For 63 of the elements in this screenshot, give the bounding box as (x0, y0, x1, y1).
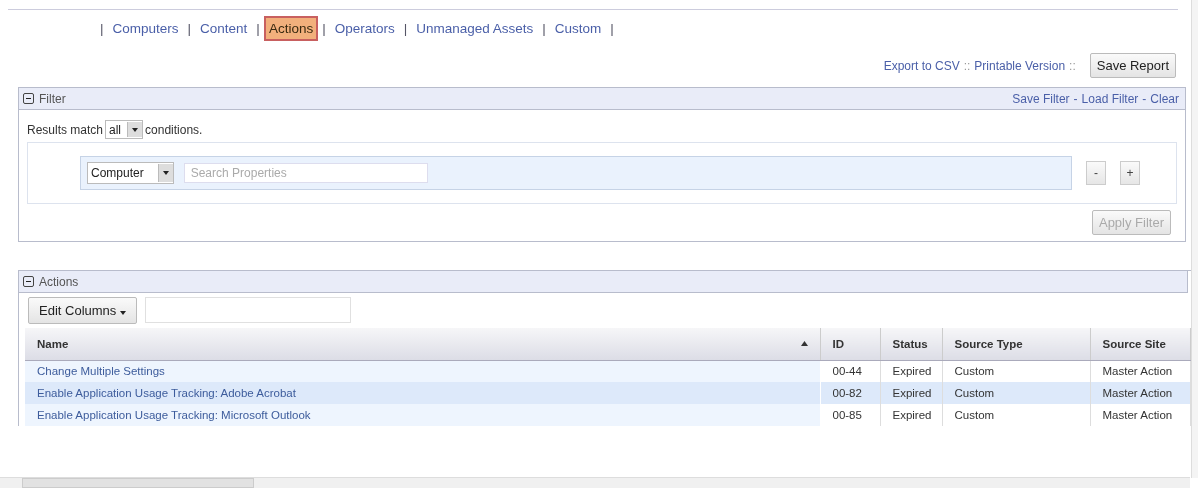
separator: | (542, 21, 546, 36)
caret-icon (162, 171, 169, 175)
separator: :: (963, 58, 971, 73)
match-label: Results match (27, 122, 104, 137)
caret-icon (132, 127, 139, 132)
save-report-button[interactable]: Save Report (1089, 53, 1176, 78)
nav-tab[interactable]: Custom (549, 16, 607, 41)
table-cell: Custom (942, 382, 1090, 404)
horizontal-scrollbar[interactable] (0, 477, 1190, 488)
collapse-icon[interactable] (23, 276, 34, 287)
table-cell: Master Action (1090, 382, 1190, 404)
separator: | (187, 21, 192, 36)
sort-ascending-icon (800, 341, 808, 347)
column-filter-field[interactable] (144, 297, 351, 323)
match-select[interactable]: all (105, 120, 144, 139)
edit-columns-button[interactable]: Edit Columns (28, 297, 137, 324)
report-link[interactable]: Export to CSV (883, 58, 960, 73)
table-cell: Expired (880, 404, 942, 426)
separator: - (1142, 91, 1147, 106)
column-header[interactable]: Status (880, 328, 942, 360)
panel-title: Actions (39, 274, 80, 289)
vertical-scrollbar[interactable] (1191, 0, 1198, 478)
add-button[interactable]: + (1120, 161, 1140, 185)
table-cell: Enable Application Usage Tracking: Adobe Acrobat (25, 382, 820, 404)
separator: | (322, 21, 326, 36)
match-label: conditions. (145, 122, 203, 137)
table-cell: Custom (942, 404, 1090, 426)
column-header[interactable]: Source Type (942, 328, 1090, 360)
table-cell: Enable Application Usage Tracking: Microsoft Outlook (25, 404, 820, 426)
table-cell: Custom (942, 360, 1090, 382)
nav-tab[interactable]: Unmanaged Assets (411, 16, 539, 41)
table-row[interactable]: Change Multiple Settings 00-44 Expired Custom Master Action (25, 360, 1190, 382)
filter-link[interactable]: Clear (1150, 91, 1179, 106)
panel-title: Filter (39, 91, 67, 106)
table-row[interactable]: Enable Application Usage Tracking: Adobe Acrobat 00-82 Expired Custom Master Action (25, 382, 1190, 404)
separator: | (403, 21, 408, 36)
separator: | (256, 21, 260, 36)
table-cell: Change Multiple Settings (25, 360, 820, 382)
nav-tab[interactable]: Operators (329, 16, 400, 41)
table-cell: 00-85 (820, 404, 880, 426)
report-link[interactable]: Printable Version (974, 58, 1066, 73)
separator: :: (1069, 58, 1076, 73)
table-cell: 00-44 (820, 360, 880, 382)
column-header[interactable]: Name (25, 328, 820, 360)
filter-link[interactable]: Load Filter (1081, 91, 1139, 106)
table-cell: Expired (880, 382, 942, 404)
table-cell: 00-82 (820, 382, 880, 404)
collapse-icon[interactable] (23, 93, 34, 104)
table-cell: Master Action (1090, 404, 1190, 426)
nav-tab[interactable]: Actions (263, 16, 319, 41)
column-header[interactable]: Source Site (1090, 328, 1190, 360)
search-field[interactable]: Search Properties (183, 163, 428, 183)
caret-icon (119, 311, 126, 315)
filter-link[interactable]: Save Filter (1012, 91, 1070, 106)
nav-tab[interactable]: Computers (107, 16, 184, 41)
remove-button[interactable]: - (1086, 161, 1106, 185)
column-header[interactable]: ID (820, 328, 880, 360)
separator: | (610, 21, 614, 36)
table-row[interactable]: Enable Application Usage Tracking: Microsoft Outlook 00-85 Expired Custom Master Action (25, 404, 1190, 426)
nav-tab[interactable]: Content (195, 16, 253, 41)
property-select[interactable]: Computer (87, 162, 174, 184)
separator: - (1073, 91, 1078, 106)
separator: | (100, 21, 104, 36)
